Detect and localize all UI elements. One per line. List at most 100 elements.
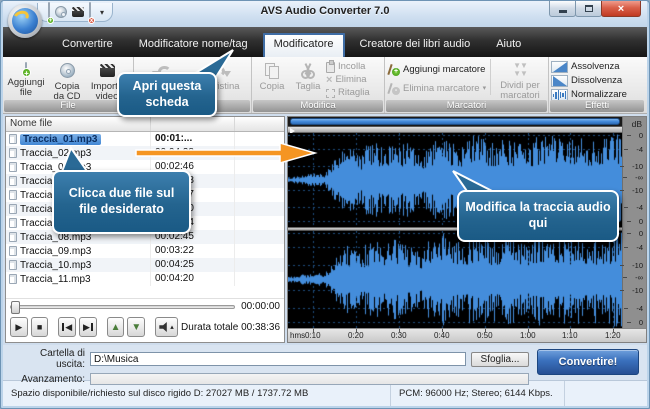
volume-button[interactable]: ▴ <box>155 317 178 337</box>
previous-button[interactable]: ◀ <box>58 317 76 337</box>
stop-button[interactable]: ■ <box>31 317 49 337</box>
seek-handle[interactable] <box>11 301 20 314</box>
move-down-button[interactable]: ▼ <box>127 317 145 337</box>
db-tick-label: -∞ <box>635 173 643 182</box>
browse-button[interactable]: Sfoglia... <box>471 352 529 367</box>
callout-double-click: Clicca due file sul file desiderato <box>52 170 191 234</box>
time-unit-label: hms <box>290 331 305 340</box>
file-row[interactable]: Traccia_11.mp300:04:20 <box>6 272 284 286</box>
delete-marker-icon: - <box>387 82 400 95</box>
playback-controls: ▶ ■ ◀ ▶ ▲ ▼ ▴ Durata totale 00:38:36 <box>6 314 284 342</box>
time-ruler: hms0:100:200:300:400:501:001:101:20 <box>288 328 646 342</box>
ribbon-group-file: + Aggiungi file▾ Copia da CD Importa vid… <box>3 57 134 113</box>
db-tick-label: 0 <box>639 131 643 140</box>
time-tick-label: 1:10 <box>562 331 578 340</box>
close-button[interactable]: × <box>601 1 641 17</box>
db-tick-label: -10 <box>632 162 643 171</box>
app-window: + x ▾ AVS Audio Converter 7.0 × Converti… <box>0 0 650 409</box>
tab-modificatore-nome-tag[interactable]: Modificatore nome/tag <box>128 34 259 57</box>
tab-aiuto[interactable]: Aiuto <box>485 34 532 57</box>
time-tick-label: 0:10 <box>305 331 321 340</box>
seek-bar-row: 00:00:00 <box>6 298 284 314</box>
file-name: Traccia_10.mp3 <box>20 260 91 271</box>
next-button[interactable]: ▶ <box>79 317 97 337</box>
file-icon <box>9 162 17 172</box>
waveform-channel-right[interactable] <box>288 231 622 328</box>
file-list-header[interactable]: Nome file <box>6 117 284 132</box>
split-by-markers-button[interactable]: ▼▼▼▼ Dividi per marcatori <box>494 59 546 103</box>
progress-bar <box>90 373 529 385</box>
file-icon <box>9 274 17 284</box>
file-duration: 00:03:22 <box>151 244 235 258</box>
db-tick-label: -4 <box>636 304 643 313</box>
time-tick-label: 1:20 <box>605 331 621 340</box>
db-unit-label: dB <box>632 119 642 129</box>
output-panel: Cartella di uscita: D:\Musica Sfoglia...… <box>3 345 647 380</box>
column-header-name[interactable]: Nome file <box>6 117 151 131</box>
time-tick-label: 0:50 <box>477 331 493 340</box>
time-tick-label: 0:20 <box>348 331 364 340</box>
menu-bar: Convertire Modificatore nome/tag Modific… <box>3 27 647 57</box>
app-logo <box>8 4 42 38</box>
db-tick-label: -∞ <box>635 273 643 282</box>
file-row[interactable]: Traccia_09.mp3 00:03:22 <box>6 244 284 258</box>
total-duration: Durata totale 00:38:36 <box>181 322 280 333</box>
output-folder-input[interactable]: D:\Musica <box>90 352 466 366</box>
group-label-marcatori: Marcatori <box>386 100 547 112</box>
minimize-button[interactable] <box>549 1 576 17</box>
db-tick-label: 0 <box>639 318 643 327</box>
delete-button[interactable]: ×Elimina <box>326 74 370 86</box>
add-marker-button[interactable]: + Aggiungi marcatore <box>387 63 490 76</box>
split-markers-icon: ▼▼▼▼ <box>513 62 527 78</box>
file-icon <box>9 204 17 214</box>
file-name: Traccia_01.mp3 <box>20 134 101 145</box>
maximize-button[interactable] <box>575 1 602 17</box>
fade-in-button[interactable]: Assolvenza <box>551 61 627 73</box>
fade-out-icon <box>551 75 568 87</box>
file-duration: 00:01:... <box>151 132 235 146</box>
db-tick-label: -4 <box>636 243 643 252</box>
db-tick-label: -10 <box>632 261 643 270</box>
file-icon <box>9 218 17 228</box>
clapperboard-icon <box>100 64 115 77</box>
ribbon-group-marcatori: + Aggiungi marcatore - Elimina marcatore… <box>385 57 549 113</box>
callout-open-tab: Apri questa scheda <box>117 72 217 117</box>
time-tick-label: 0:30 <box>391 331 407 340</box>
file-name: Traccia_02.mp3 <box>20 148 91 159</box>
title-bar: + x ▾ AVS Audio Converter 7.0 × <box>3 1 647 27</box>
file-row[interactable]: Traccia_01.mp3 00:01:... <box>6 132 284 146</box>
position-time: 00:00:00 <box>241 301 280 312</box>
file-row[interactable]: Traccia_10.mp300:04:25 <box>6 258 284 272</box>
file-icon <box>9 246 17 256</box>
tab-convertire[interactable]: Convertire <box>51 34 124 57</box>
group-label-effetti: Effetti <box>550 100 644 112</box>
tab-modificatore[interactable]: Modificatore <box>263 33 345 57</box>
file-icon <box>9 134 17 144</box>
crop-icon <box>326 89 335 98</box>
delete-marker-button[interactable]: - Elimina marcatore▾ <box>387 82 490 95</box>
play-button[interactable]: ▶ <box>10 317 28 337</box>
convert-button[interactable]: Convertire! <box>537 349 639 375</box>
delete-x-icon: × <box>326 75 332 85</box>
file-duration: 00:04:20 <box>151 272 235 286</box>
trim-button[interactable]: Ritaglia <box>326 87 370 99</box>
speaker-icon <box>159 322 169 332</box>
seek-slider[interactable] <box>10 305 235 309</box>
file-icon <box>9 176 17 186</box>
column-header-duration[interactable] <box>151 117 235 131</box>
fade-out-button[interactable]: Dissolvenza <box>551 75 627 87</box>
paste-button[interactable]: Incolla <box>326 61 370 73</box>
file-row[interactable]: Traccia_02.mp300:04:28 <box>6 146 284 160</box>
scissors-icon <box>301 63 315 79</box>
ribbon-toolbar: + Aggiungi file▾ Copia da CD Importa vid… <box>3 57 647 114</box>
waveform-navigator[interactable] <box>288 117 622 127</box>
file-name: Traccia_09.mp3 <box>20 246 91 257</box>
copy-button[interactable]: Copia <box>254 59 290 93</box>
rip-cd-button[interactable]: Copia da CD <box>47 59 87 104</box>
move-up-button[interactable]: ▲ <box>107 317 125 337</box>
cut-button[interactable]: Taglia <box>290 59 326 93</box>
progress-label: Avanzamento: <box>9 374 85 385</box>
tab-creatore-libri-audio[interactable]: Creatore dei libri audio <box>349 34 482 57</box>
group-label-file: File <box>4 100 132 112</box>
time-tick-label: 1:00 <box>520 331 536 340</box>
